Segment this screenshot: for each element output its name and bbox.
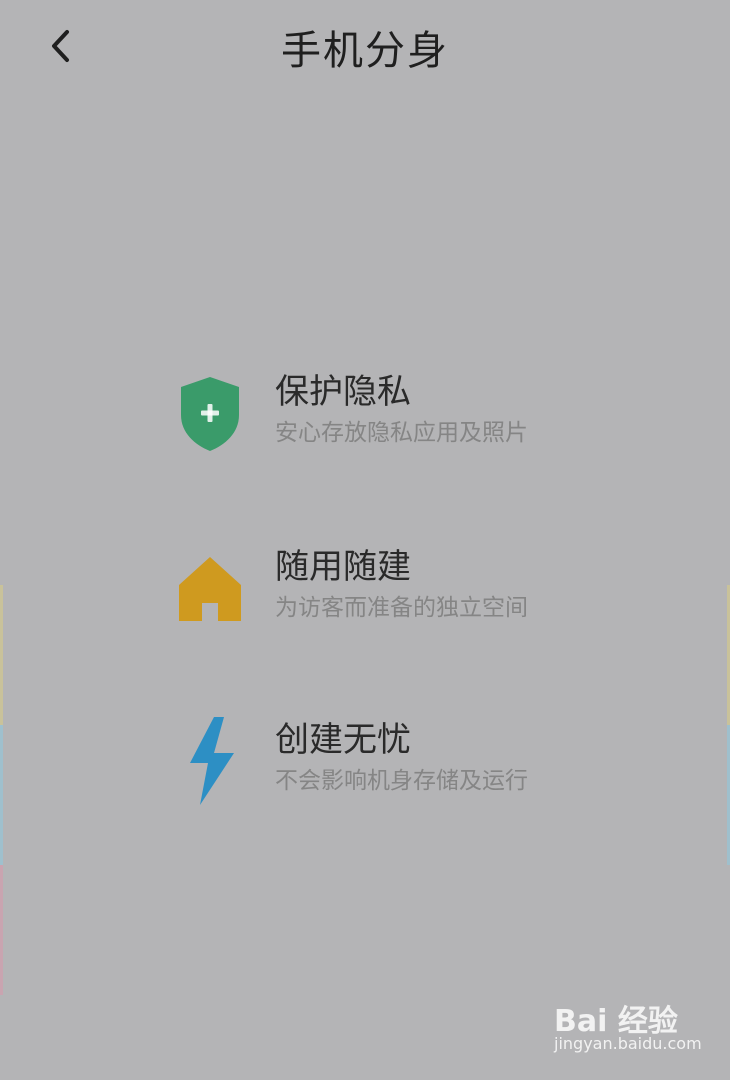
- lightning-icon: [170, 717, 250, 805]
- edge-strip: [0, 865, 3, 995]
- shield-plus-icon: [170, 370, 250, 456]
- watermark-url: jingyan.baidu.com: [554, 1034, 702, 1053]
- screen: 手机分身 保护隐私 安心存放隐私应用及照片 随用随建 为访客而准备的独立空间 创…: [0, 0, 730, 1080]
- feature-subtitle: 不会影响机身存储及运行: [275, 768, 528, 794]
- home-icon: [170, 545, 250, 631]
- feature-protect-privacy: 保护隐私 安心存放隐私应用及照片: [170, 370, 630, 470]
- feature-title: 创建无忧: [275, 720, 411, 760]
- watermark: Bai 经验 jingyan.baidu.com: [554, 996, 702, 1066]
- feature-subtitle: 为访客而准备的独立空间: [275, 595, 528, 621]
- feature-subtitle: 安心存放隐私应用及照片: [275, 420, 528, 446]
- feature-title: 随用随建: [275, 547, 411, 587]
- edge-strip: [0, 585, 3, 725]
- header: 手机分身: [0, 0, 730, 90]
- feature-title: 保护隐私: [275, 372, 411, 412]
- page-title: 手机分身: [281, 28, 449, 74]
- feature-worry-free: 创建无忧 不会影响机身存储及运行: [170, 717, 630, 818]
- feature-use-anytime: 随用随建 为访客而准备的独立空间: [170, 545, 630, 645]
- edge-strip: [0, 725, 3, 865]
